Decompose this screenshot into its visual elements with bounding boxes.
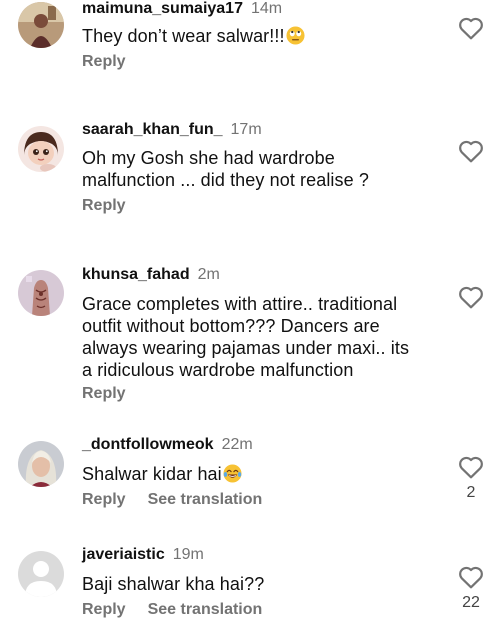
comment-username[interactable]: maimuna_sumaiya17 14m — [82, 0, 282, 18]
reply-button[interactable]: Reply — [82, 385, 126, 402]
avatar-image — [18, 126, 64, 172]
comment-time: 17m — [230, 121, 262, 138]
reply-button[interactable]: Reply — [82, 53, 126, 70]
avatar-image — [18, 441, 64, 487]
avatar[interactable] — [18, 2, 64, 48]
comment-time: 14m — [250, 0, 283, 17]
comment-username[interactable]: saarah_khan_fun_ 17m — [82, 121, 262, 139]
heart-icon[interactable] — [458, 16, 484, 40]
heart-icon[interactable] — [458, 565, 484, 589]
comment-time: 19m — [172, 546, 204, 563]
heart-icon[interactable] — [458, 455, 484, 479]
comment-username[interactable]: _dontfollowmeok 22m — [82, 436, 253, 454]
comment-username[interactable]: khunsa_fahad 2m — [82, 266, 220, 284]
heart-icon[interactable] — [458, 285, 484, 309]
comment-text: Baji shalwar kha hai?? — [82, 574, 265, 594]
rolling-eyes-emoji — [286, 26, 305, 45]
avatar[interactable] — [18, 126, 64, 172]
see-translation-button[interactable]: See translation — [148, 491, 263, 508]
reply-button[interactable]: Reply — [82, 197, 126, 214]
comment-time: 22m — [221, 436, 253, 453]
comment-text: They don’t wear salwar!!! — [82, 25, 432, 47]
avatar[interactable] — [18, 441, 64, 487]
comment-text: Grace completes with attire.. traditiona… — [82, 294, 410, 380]
tears-of-joy-emoji — [223, 464, 242, 483]
comment-actions: Reply See translation — [82, 491, 262, 509]
comment-actions: Reply — [82, 53, 126, 71]
like-count: 22 — [462, 594, 480, 611]
avatar-image — [18, 270, 64, 316]
comment-time: 2m — [197, 266, 220, 283]
comment-actions: Reply — [82, 197, 126, 215]
comment-text: Oh my Gosh she had wardrobe malfunction … — [82, 148, 369, 190]
avatar-image — [18, 2, 64, 48]
see-translation-button[interactable]: See translation — [148, 601, 263, 618]
comment-username[interactable]: javeriaistic 19m — [82, 546, 204, 564]
heart-icon[interactable] — [458, 139, 484, 163]
comment-text: Shalwar kidar hai — [82, 463, 432, 485]
comment-actions: Reply See translation — [82, 601, 262, 619]
avatar[interactable] — [18, 270, 64, 316]
reply-button[interactable]: Reply — [82, 601, 126, 618]
default-avatar-icon — [18, 551, 64, 597]
avatar[interactable] — [18, 551, 64, 597]
like-count: 2 — [466, 484, 476, 501]
comment-actions: Reply — [82, 385, 126, 403]
reply-button[interactable]: Reply — [82, 491, 126, 508]
